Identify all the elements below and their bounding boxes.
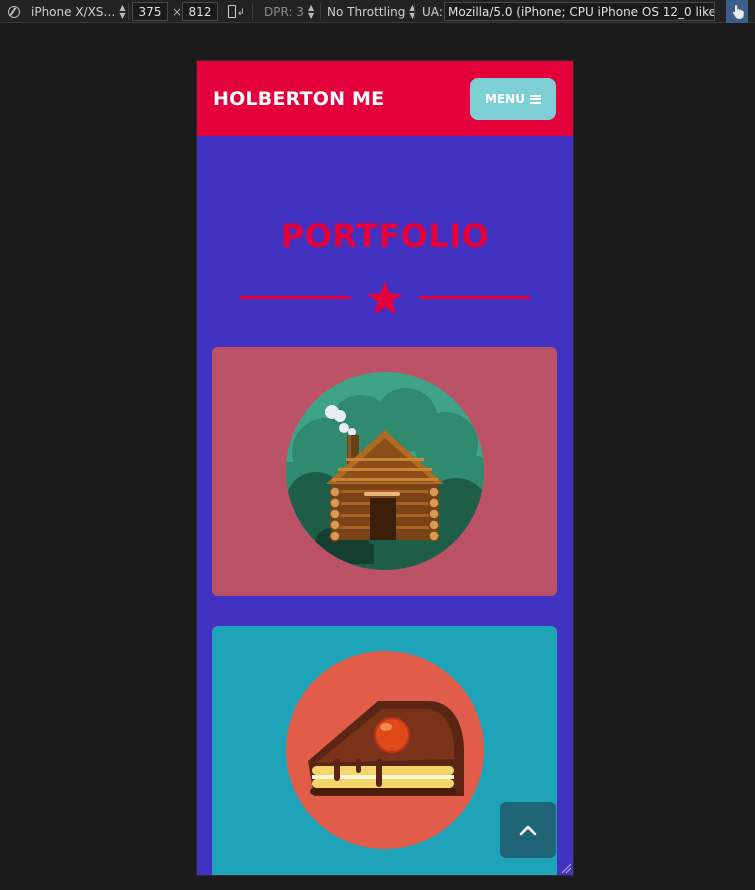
hamburger-icon xyxy=(529,94,541,104)
menu-button-label: MENU xyxy=(485,92,525,106)
throttling-label: No Throttling xyxy=(327,4,406,19)
site-header: HOLBERTON ME MENU xyxy=(197,61,573,136)
hand-pointer-icon xyxy=(732,5,744,19)
chevron-up-icon xyxy=(519,825,537,836)
device-viewport: HOLBERTON ME MENU PORTFOLIO xyxy=(197,61,573,875)
dpr-label: DPR: 3 xyxy=(264,4,304,19)
globe-icon xyxy=(8,0,20,23)
ua-label: UA: xyxy=(422,4,443,19)
divider-line-left xyxy=(240,296,351,299)
updown-icon: ▲ ▼ xyxy=(307,2,315,20)
star-icon xyxy=(367,281,403,315)
throttling-selector[interactable]: No Throttling ▲ ▼ xyxy=(327,0,416,23)
menu-button[interactable]: MENU xyxy=(470,78,556,120)
device-selector-label: iPhone X/XS… xyxy=(31,4,116,19)
portfolio-card-cabin[interactable] xyxy=(212,347,557,596)
updown-icon: ▲ ▼ xyxy=(119,2,126,20)
user-agent-input[interactable]: Mozilla/5.0 (iPhone; CPU iPhone OS 12_0 … xyxy=(444,2,715,21)
width-input[interactable]: 375 xyxy=(132,2,168,21)
resize-handle-icon[interactable] xyxy=(561,863,571,873)
device-selector[interactable]: iPhone X/XS… ▲ ▼ xyxy=(31,0,126,23)
scroll-to-top-button[interactable] xyxy=(500,802,556,858)
height-input[interactable]: 812 xyxy=(182,2,218,21)
touch-simulation-button[interactable] xyxy=(726,0,748,23)
times-label: × xyxy=(172,4,183,19)
devtools-toolbar: iPhone X/XS… ▲ ▼ 375 × 812 ↲ DPR: 3 ▲ ▼ No… xyxy=(0,0,755,23)
section-title: PORTFOLIO xyxy=(280,217,490,255)
dpr-selector[interactable]: DPR: 3 ▲ ▼ xyxy=(264,0,314,23)
site-logo[interactable]: HOLBERTON ME xyxy=(213,88,384,110)
divider-line-right xyxy=(419,296,530,299)
cake-slice-illustration xyxy=(286,651,484,849)
log-cabin-illustration xyxy=(286,372,484,570)
rotate-icon[interactable]: ↲ xyxy=(227,0,245,23)
